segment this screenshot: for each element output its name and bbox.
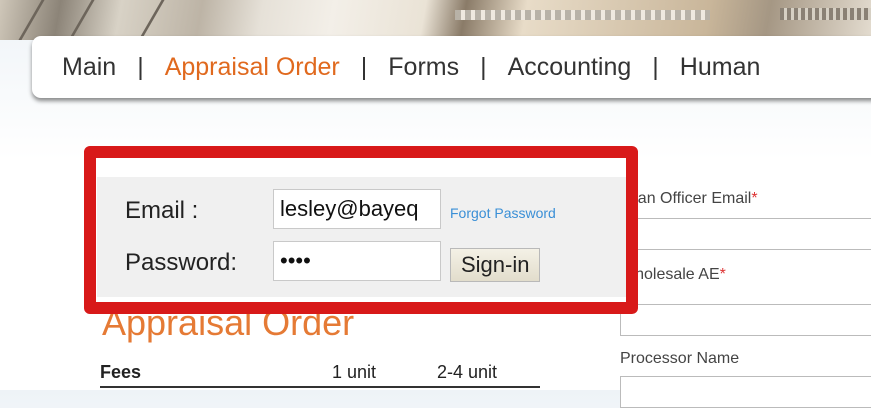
fees-divider (100, 386, 540, 388)
nav-separator: | (360, 52, 368, 81)
fees-column-1-unit: 1 unit (332, 362, 377, 382)
required-marker: * (751, 190, 758, 207)
sign-in-button[interactable]: Sign-in (450, 248, 541, 282)
nav-item-accounting[interactable]: Accounting (508, 53, 632, 82)
fees-header: Fees (100, 362, 142, 382)
password-label: Password: (125, 249, 238, 276)
wholesale-ae-label: Wholesale AE* (620, 266, 726, 283)
banner-beam (18, 0, 45, 40)
banner-roof (780, 8, 871, 20)
banner-trim (455, 10, 710, 20)
banner-beam (138, 0, 165, 40)
banner-beam (68, 0, 95, 40)
nav-separator: | (480, 52, 487, 81)
nav-item-main[interactable]: Main (62, 53, 116, 82)
nav-item-human[interactable]: Human (680, 53, 761, 82)
forgot-password-link[interactable]: Forgot Password (450, 205, 556, 221)
password-input[interactable] (273, 241, 441, 281)
nav-item-appraisal-order[interactable]: Appraisal Order (165, 53, 340, 82)
header-banner-image (0, 0, 871, 40)
required-marker: * (719, 266, 726, 283)
nav-item-forms[interactable]: Forms (388, 53, 459, 82)
main-nav: Main | Appraisal Order | Forms | Account… (32, 36, 871, 98)
nav-separator: | (652, 52, 659, 81)
fees-column-2-4-unit: 2-4 unit (437, 362, 498, 382)
loan-officer-email-input[interactable] (620, 218, 871, 250)
nav-separator: | (137, 52, 144, 81)
processor-name-input[interactable] (620, 376, 871, 408)
page-title: Appraisal Order (102, 302, 355, 343)
email-label: Email : (125, 197, 199, 224)
login-panel: Email : Forgot Password Password: Sign-i… (97, 177, 627, 297)
wholesale-ae-input[interactable] (620, 304, 871, 336)
processor-name-label: Processor Name (620, 350, 740, 367)
email-input[interactable] (273, 189, 441, 229)
loan-officer-email-label: Loan Officer Email* (620, 190, 758, 207)
